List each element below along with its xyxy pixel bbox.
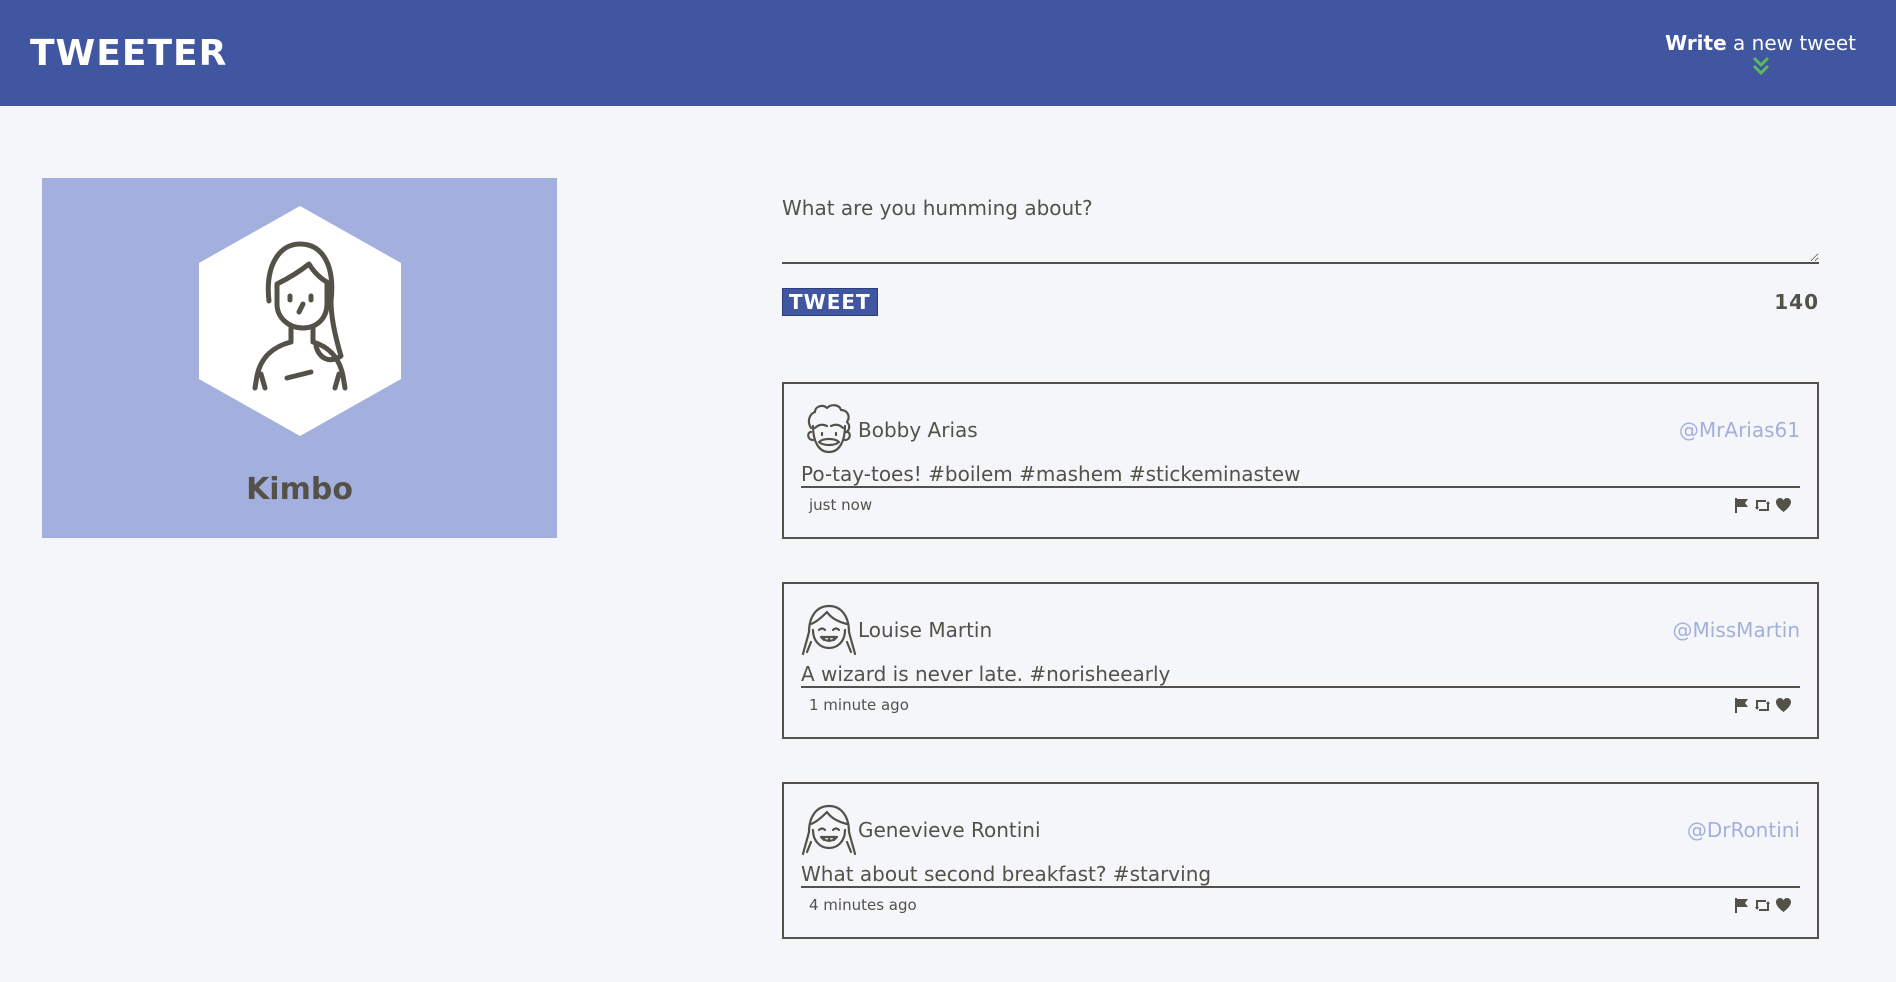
top-navbar: TWEETER Write a new tweet [0, 0, 1896, 106]
tweet-header: Bobby Arias @MrArias61 [801, 402, 1800, 458]
tweet-actions [1733, 497, 1792, 514]
tweet-actions [1733, 697, 1792, 714]
char-counter: 140 [1774, 290, 1819, 314]
tweet-content: What about second breakfast? #starving [801, 858, 1800, 888]
girl-avatar-icon [801, 804, 857, 856]
tweet-card: Louise Martin @MissMartin A wizard is ne… [782, 582, 1819, 739]
tweet-actions [1733, 897, 1792, 914]
tweet-footer: 4 minutes ago [801, 896, 1800, 914]
tweet-card: Bobby Arias @MrArias61 Po-tay-toes! #boi… [782, 382, 1819, 539]
retweet-icon[interactable] [1754, 497, 1771, 514]
compose-rest: a new tweet [1726, 31, 1856, 55]
tweet-author: Bobby Arias [801, 402, 978, 458]
heart-icon[interactable] [1775, 497, 1792, 514]
author-name: Genevieve Rontini [858, 818, 1041, 842]
author-handle[interactable]: @DrRontini [1687, 818, 1800, 842]
tweet-header: Louise Martin @MissMartin [801, 602, 1800, 658]
tweet-author: Genevieve Rontini [801, 802, 1041, 858]
author-handle[interactable]: @MissMartin [1673, 618, 1800, 642]
retweet-icon[interactable] [1754, 697, 1771, 714]
flag-icon[interactable] [1733, 497, 1750, 514]
author-handle[interactable]: @MrArias61 [1679, 418, 1800, 442]
tweet-text-input[interactable] [782, 190, 1819, 264]
tweet-content: A wizard is never late. #norisheearly [801, 658, 1800, 688]
tweet-button[interactable]: TWEET [782, 288, 878, 316]
composer-actions: TWEET 140 [782, 288, 1819, 316]
double-chevron-down-icon [1752, 56, 1769, 76]
flag-icon[interactable] [1733, 697, 1750, 714]
curly-man-avatar-icon [807, 404, 851, 454]
tweets-feed: Bobby Arias @MrArias61 Po-tay-toes! #boi… [782, 382, 1819, 982]
profile-name: Kimbo [246, 472, 353, 507]
girl-avatar-icon [801, 604, 857, 656]
brand-logo[interactable]: TWEETER [30, 33, 227, 74]
profile-avatar [198, 206, 401, 436]
tweet-card: Genevieve Rontini @DrRontini What about … [782, 782, 1819, 939]
tweet-header: Genevieve Rontini @DrRontini [801, 802, 1800, 858]
flag-icon[interactable] [1733, 897, 1750, 914]
author-name: Louise Martin [858, 618, 993, 642]
tweet-footer: 1 minute ago [801, 696, 1800, 714]
tweet-content: Po-tay-toes! #boilem #mashem #stickemina… [801, 458, 1800, 488]
heart-icon[interactable] [1775, 897, 1792, 914]
heart-icon[interactable] [1775, 697, 1792, 714]
tweet-footer: just now [801, 496, 1800, 514]
profile-card: Kimbo [42, 178, 557, 538]
author-name: Bobby Arias [858, 418, 978, 442]
compose-strong: Write [1665, 31, 1727, 55]
woman-avatar-icon [198, 206, 401, 436]
write-new-tweet-toggle[interactable]: Write a new tweet [1665, 29, 1856, 77]
tweet-timestamp: 4 minutes ago [809, 896, 917, 914]
tweet-timestamp: just now [809, 496, 873, 514]
retweet-icon[interactable] [1754, 897, 1771, 914]
tweet-timestamp: 1 minute ago [809, 696, 909, 714]
new-tweet-form: TWEET 140 [782, 190, 1819, 316]
tweet-author: Louise Martin [801, 602, 992, 658]
